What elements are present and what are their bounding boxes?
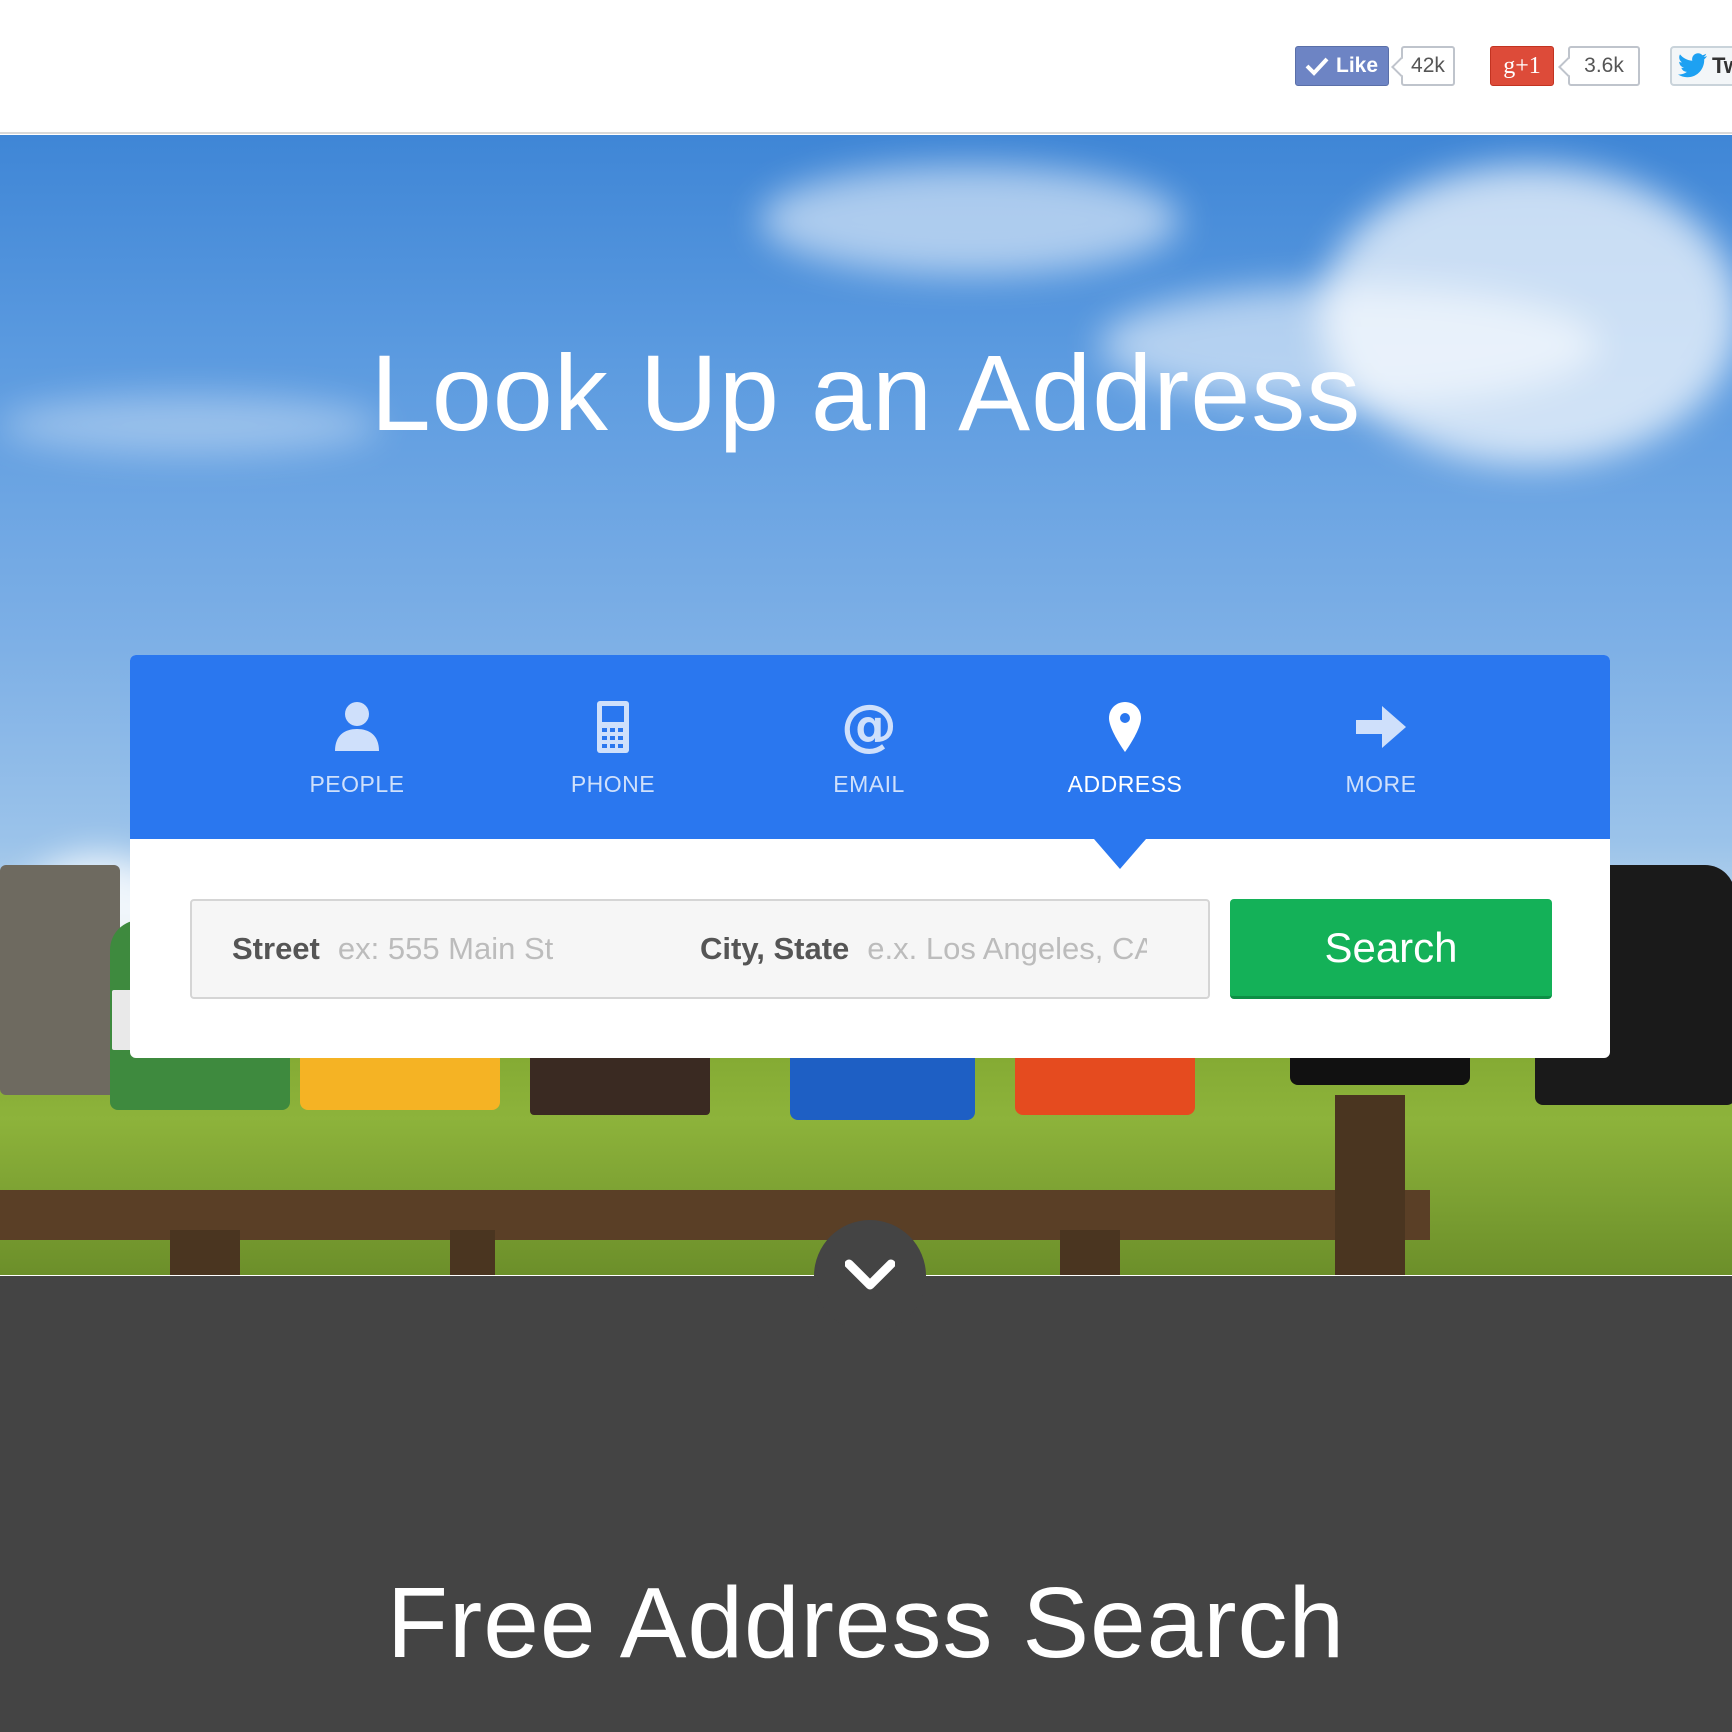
svg-text:@: @ xyxy=(842,700,896,754)
twitter-bird-icon xyxy=(1678,53,1707,78)
tab-label: PEOPLE xyxy=(309,771,405,797)
fence-post xyxy=(450,1230,495,1275)
facebook-like-widget: Like 42k xyxy=(1295,46,1455,86)
tab-label: PHONE xyxy=(570,771,656,797)
scroll-down-button[interactable] xyxy=(814,1220,926,1332)
facebook-like-label: Like xyxy=(1336,54,1379,77)
street-input[interactable] xyxy=(337,931,588,967)
top-bar: Like 42k g+1 3.6k Tw xyxy=(0,0,1732,134)
fence-post xyxy=(1060,1230,1120,1275)
tab-label: MORE xyxy=(1345,771,1417,797)
hero-banner: Look Up an Address PEOPLE PHONE @ EMAIL xyxy=(0,135,1732,1275)
search-type-tabs: PEOPLE PHONE @ EMAIL ADDRESS MORE xyxy=(130,655,1610,869)
search-panel: PEOPLE PHONE @ EMAIL ADDRESS MORE Street… xyxy=(130,655,1610,1058)
active-tab-pointer xyxy=(1094,839,1146,869)
cloud xyxy=(760,165,1180,275)
city-state-input[interactable] xyxy=(867,931,1148,967)
tab-phone[interactable]: PHONE xyxy=(485,655,741,839)
street-field: Street xyxy=(232,901,588,997)
gplus-button[interactable]: g+1 xyxy=(1490,46,1554,86)
section-title: Free Address Search xyxy=(386,1567,1346,1679)
chevron-down-icon xyxy=(845,1259,895,1290)
tab-more[interactable]: MORE xyxy=(1253,655,1509,839)
fence-post xyxy=(1335,1095,1405,1275)
phone-icon xyxy=(596,697,630,757)
fence-post xyxy=(170,1230,240,1275)
arrow-right-icon xyxy=(1354,697,1408,757)
tweet-label: Tw xyxy=(1712,53,1732,78)
at-icon: @ xyxy=(842,697,896,757)
tab-label: EMAIL xyxy=(833,771,905,797)
map-pin-icon xyxy=(1108,697,1142,757)
page-title: Look Up an Address xyxy=(370,332,1362,453)
checkmark-icon xyxy=(1305,57,1329,76)
city-state-field: City, State xyxy=(700,901,1148,997)
mailbox-gray xyxy=(0,865,120,1095)
gplus-widget: g+1 3.6k xyxy=(1490,46,1640,86)
facebook-like-count: 42k xyxy=(1401,46,1455,86)
tab-email[interactable]: @ EMAIL xyxy=(741,655,997,839)
twitter-widget: Tw xyxy=(1670,46,1732,86)
facebook-like-button[interactable]: Like xyxy=(1295,46,1390,86)
tab-people[interactable]: PEOPLE xyxy=(229,655,485,839)
city-state-label: City, State xyxy=(700,931,850,966)
info-section: Free Address Search xyxy=(0,1276,1732,1732)
tab-label: ADDRESS xyxy=(1067,771,1183,797)
street-label: Street xyxy=(232,931,320,966)
tweet-button[interactable]: Tw xyxy=(1670,46,1732,86)
gplus-count: 3.6k xyxy=(1568,46,1640,86)
address-search-form: Street City, State xyxy=(190,899,1210,999)
search-button[interactable]: Search xyxy=(1230,899,1552,999)
tab-address[interactable]: ADDRESS xyxy=(997,655,1253,839)
person-icon xyxy=(333,697,381,757)
